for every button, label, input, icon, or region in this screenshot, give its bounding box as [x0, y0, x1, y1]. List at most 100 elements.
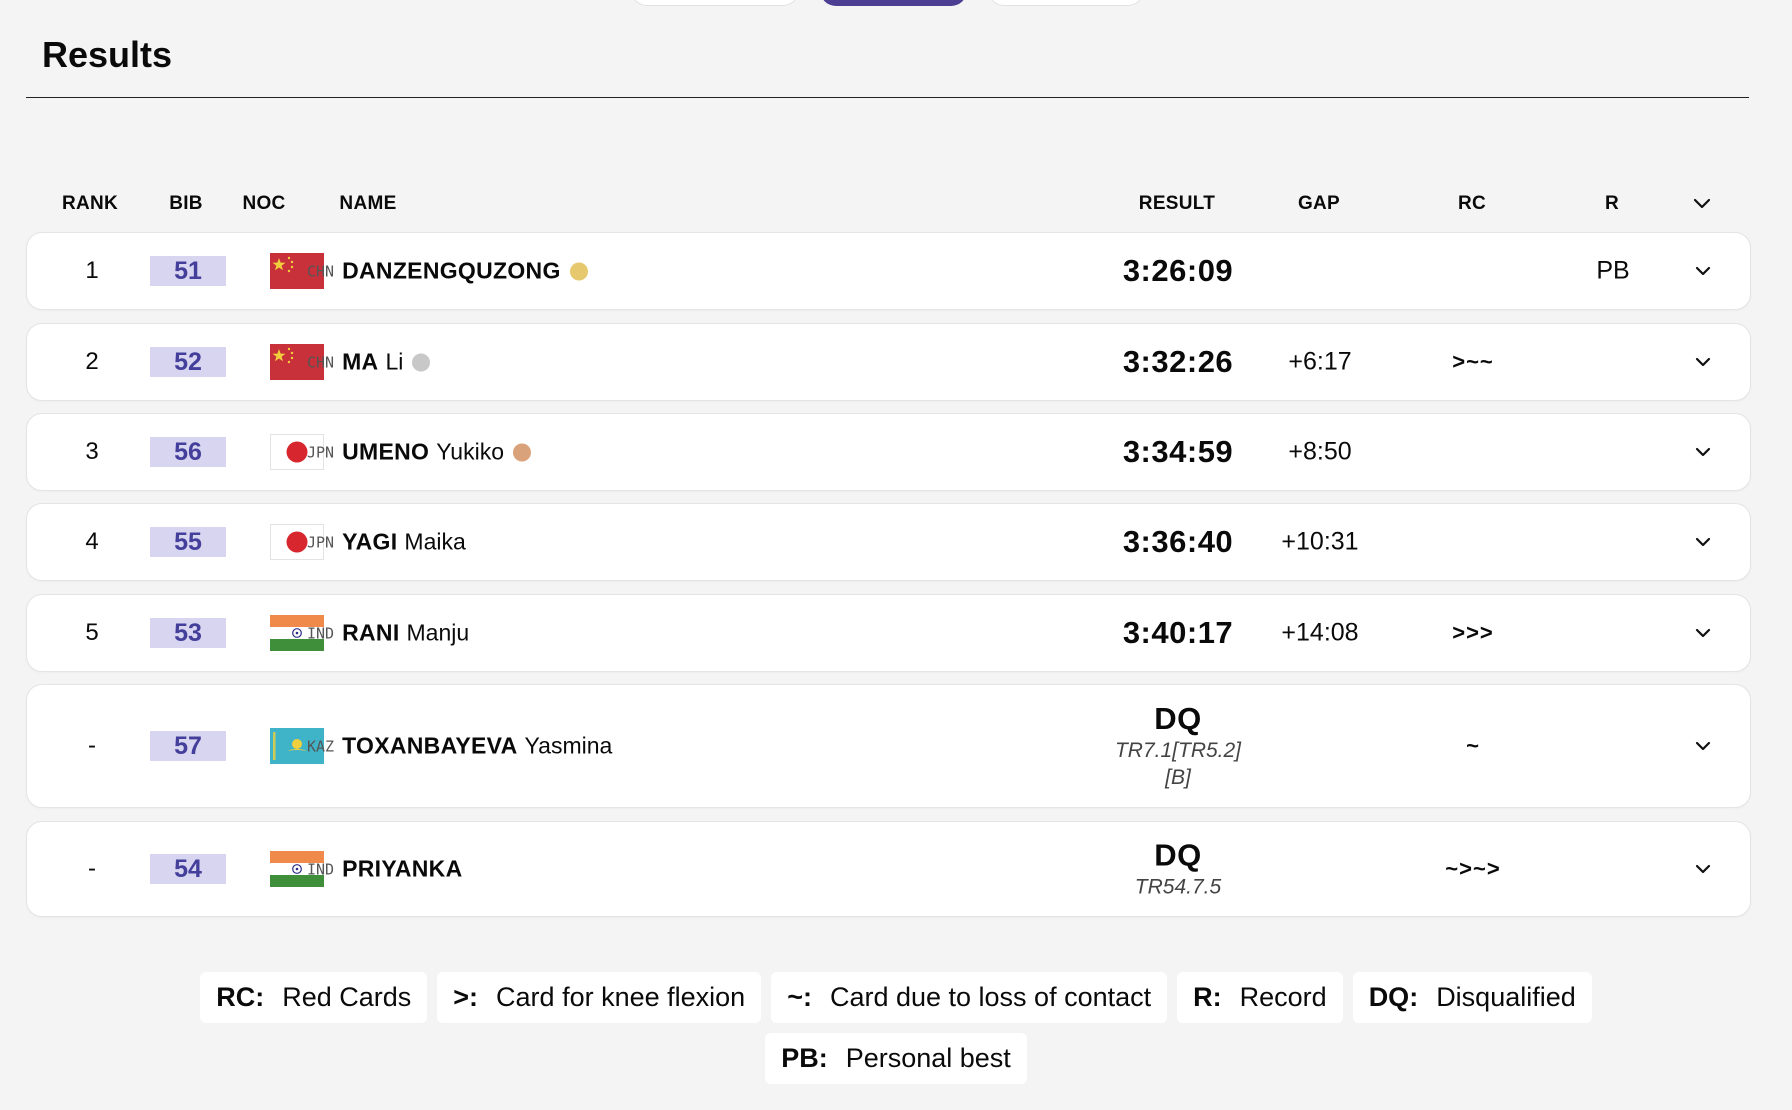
legend-item: RC: Red Cards: [200, 972, 428, 1023]
red-cards: >>>: [1452, 620, 1494, 645]
athlete-given-name: Yukiko: [436, 438, 504, 465]
legend-row-1: RC: Red Cards >: Card for knee flexion ~: C…: [0, 972, 1792, 1023]
result: 3:36:40: [1123, 524, 1233, 560]
athlete-name: KAZ TOXANBAYEVA Yasmina: [307, 733, 612, 760]
expand-row-chevron-icon[interactable]: [1689, 528, 1717, 556]
noc-code: IND: [307, 860, 335, 878]
noc-code: IND: [307, 624, 335, 642]
legend-key: DQ:: [1368, 982, 1419, 1012]
expand-row-chevron-icon[interactable]: [1689, 855, 1717, 883]
header-result: RESULT: [1138, 193, 1216, 214]
header-name: NAME: [339, 193, 397, 214]
athlete-name: CHN MA Li: [307, 348, 431, 376]
gap: +8:50: [1288, 437, 1352, 466]
athlete-surname: DANZENGQUZONG: [342, 257, 561, 284]
red-cards: ~>~>: [1445, 856, 1501, 881]
header-noc: NOC: [242, 193, 286, 214]
legend-item: R: Record: [1177, 972, 1343, 1023]
page-title: Results: [42, 34, 173, 75]
athlete-given-name: Maika: [404, 528, 466, 555]
tab-1[interactable]: [631, 0, 799, 6]
rank: -: [88, 732, 96, 759]
result: 3:34:59: [1123, 434, 1233, 470]
rank: 5: [85, 619, 99, 646]
bronze-medal-icon: [512, 443, 531, 461]
expand-all-chevron-icon[interactable]: [1686, 187, 1718, 219]
result: DQ TR7.1[TR5.2] [B]: [1103, 701, 1253, 791]
legend-label: Personal best: [845, 1043, 1011, 1073]
bib-badge: 54: [150, 854, 226, 884]
athlete-name: JPN UMENO Yukiko: [307, 439, 531, 466]
legend-item: DQ: Disqualified: [1352, 972, 1592, 1023]
legend-item: >: Card for knee flexion: [437, 972, 762, 1023]
athlete-given-name: Yasmina: [524, 732, 613, 759]
bib-badge: 53: [150, 618, 226, 648]
rank: -: [88, 855, 96, 882]
result: 3:32:26: [1123, 344, 1233, 380]
header-rank: RANK: [61, 193, 119, 214]
athlete-given-name: Li: [385, 348, 404, 375]
gap: +14:08: [1281, 618, 1359, 647]
result-row[interactable]: 2 52 CHN MA Li 3:32:26 +6:17 >~~: [26, 323, 1751, 401]
legend-label: Red Cards: [282, 982, 412, 1012]
result-row[interactable]: 3 56 JPN UMENO Yukiko 3:34:59 +8:50: [26, 413, 1751, 491]
rank: 1: [85, 257, 99, 284]
legend-label: Disqualified: [1436, 982, 1576, 1012]
table-header: RANK BIB NOC NAME RESULT GAP RC R: [26, 187, 1749, 221]
result-row[interactable]: 5 53 IND RANI Manju 3:40:17 +14:08 >>>: [26, 594, 1751, 672]
legend-label: Card due to loss of contact: [829, 982, 1152, 1012]
noc-code: JPN: [307, 533, 335, 551]
athlete-surname: MA: [342, 348, 379, 375]
result-time: 3:26:09: [1122, 253, 1234, 288]
rank: 4: [85, 528, 99, 555]
bib-badge: 56: [150, 437, 226, 467]
expand-row-chevron-icon[interactable]: [1689, 438, 1717, 466]
header-bib: BIB: [169, 193, 203, 214]
result-status: DQ: [1154, 701, 1202, 736]
gap: +6:17: [1288, 347, 1352, 376]
gap: +10:31: [1281, 527, 1359, 556]
record: PB: [1596, 256, 1630, 285]
header-rc: RC: [1457, 193, 1487, 214]
athlete-name: IND RANI Manju: [307, 620, 469, 647]
legend-label: Record: [1239, 982, 1327, 1012]
noc-code: JPN: [307, 443, 335, 461]
athlete-name: JPN YAGI Maika: [307, 529, 466, 556]
expand-row-chevron-icon[interactable]: [1689, 732, 1717, 760]
view-tabs: [0, 0, 1792, 6]
title-divider: [26, 97, 1749, 98]
legend-item: ~: Card due to loss of contact: [771, 972, 1168, 1023]
noc-code: KAZ: [307, 737, 335, 755]
noc-code: CHN: [307, 353, 335, 371]
legend-key: R:: [1193, 982, 1222, 1012]
result-row[interactable]: 1 51 CHN DANZENGQUZONG 3:26:09 PB: [26, 232, 1751, 310]
tab-2-active[interactable]: [820, 0, 967, 6]
result-row[interactable]: - 57 KAZ TOXANBAYEVA Yasmina DQ TR7.1[TR…: [26, 684, 1751, 808]
tab-3[interactable]: [988, 0, 1144, 6]
rule-reference: TR7.1[TR5.2] [B]: [1114, 739, 1242, 789]
bib-badge: 52: [150, 347, 226, 377]
athlete-surname: UMENO: [342, 438, 430, 465]
result: 3:40:17: [1123, 615, 1233, 651]
athlete-name: CHN DANZENGQUZONG: [307, 258, 588, 285]
athlete-given-name: Manju: [406, 619, 470, 646]
gold-medal-icon: [569, 262, 588, 280]
result: 3:26:09: [1123, 253, 1233, 289]
athlete-surname: RANI: [342, 619, 400, 646]
result-row[interactable]: 4 55 JPN YAGI Maika 3:36:40 +10:31: [26, 503, 1751, 581]
expand-row-chevron-icon[interactable]: [1689, 257, 1717, 285]
result-time: 3:40:17: [1122, 615, 1234, 650]
expand-row-chevron-icon[interactable]: [1689, 348, 1717, 376]
red-cards: >~~: [1452, 349, 1494, 374]
header-gap: GAP: [1297, 193, 1341, 214]
header-record: R: [1604, 193, 1620, 214]
red-cards: ~: [1466, 733, 1480, 758]
legend-row-2: PB: Personal best: [0, 1033, 1792, 1084]
expand-row-chevron-icon[interactable]: [1689, 619, 1717, 647]
athlete-surname: PRIYANKA: [342, 855, 463, 882]
result-row[interactable]: - 54 IND PRIYANKA DQ TR54.7.5 ~>~>: [26, 821, 1751, 917]
result-time: 3:36:40: [1122, 524, 1234, 559]
bib-badge: 57: [150, 731, 226, 761]
result-time: 3:34:59: [1122, 434, 1234, 469]
result: DQ TR54.7.5: [1135, 838, 1221, 901]
